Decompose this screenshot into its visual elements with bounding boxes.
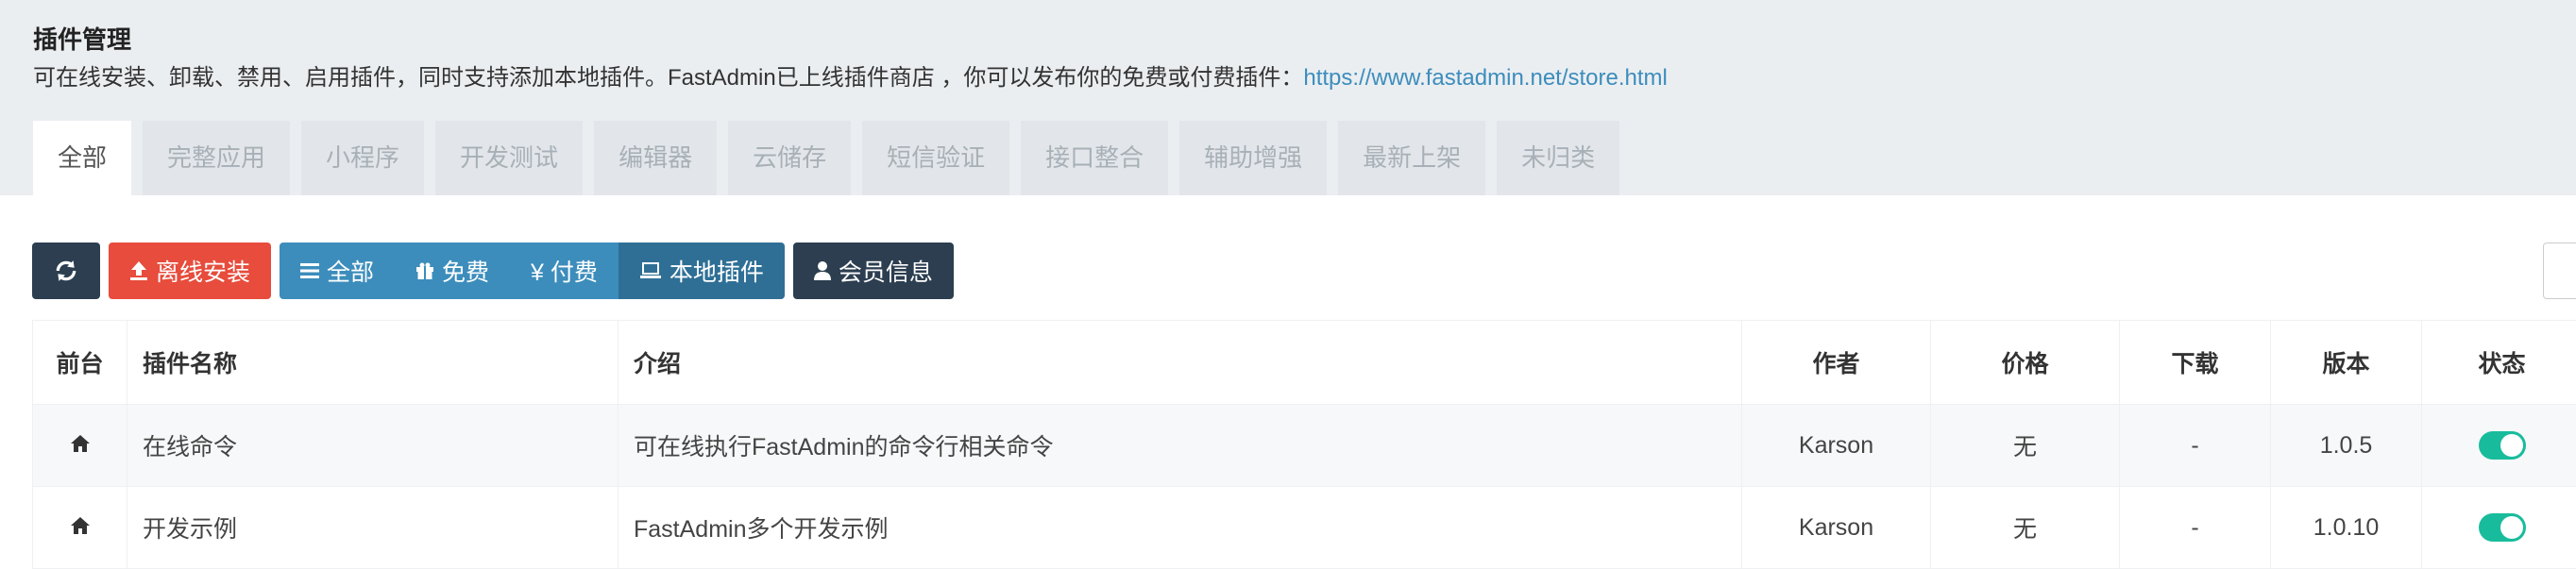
description-text: 可在线安装、卸载、禁用、启用插件，同时支持添加本地插件。FastAdmin已上线… [33, 65, 1303, 91]
column-header-frontend[interactable]: 前台 [33, 321, 127, 405]
column-header-name[interactable]: 插件名称 [127, 321, 619, 405]
table-row: 开发示例 FastAdmin多个开发示例 Karson 无 - 1.0.10 [33, 487, 2576, 569]
frontend-cell [33, 487, 127, 569]
gift-icon [415, 261, 434, 280]
filter-free-button[interactable]: 免费 [395, 243, 510, 299]
filter-free-label: 免费 [442, 254, 489, 288]
tab-editor[interactable]: 编辑器 [594, 121, 717, 195]
home-icon[interactable] [70, 434, 91, 453]
page-description: 可在线安装、卸载、禁用、启用插件，同时支持添加本地插件。FastAdmin已上线… [33, 59, 1668, 92]
filter-paid-label: ¥ 付费 [531, 254, 598, 288]
column-header-price[interactable]: 价格 [1931, 321, 2120, 405]
addon-downloads: - [2120, 487, 2271, 569]
addon-author[interactable]: Karson [1742, 487, 1931, 569]
member-info-button[interactable]: 会员信息 [793, 243, 954, 299]
filter-all-button[interactable]: 全部 [280, 243, 395, 299]
filter-paid-button[interactable]: ¥ 付费 [510, 243, 619, 299]
status-toggle[interactable] [2479, 431, 2526, 460]
addon-intro: 可在线执行FastAdmin的命令行相关命令 [619, 405, 1742, 487]
addon-price: 无 [1931, 405, 2120, 487]
home-icon[interactable] [70, 516, 91, 535]
tab-mini-program[interactable]: 小程序 [301, 121, 424, 195]
offline-install-label: 离线安装 [156, 254, 250, 288]
table-header-row: 前台 插件名称 介绍 作者 价格 下载 版本 状态 [33, 321, 2576, 405]
column-header-version[interactable]: 版本 [2271, 321, 2422, 405]
status-cell [2422, 487, 2576, 569]
offline-install-button[interactable]: 离线安装 [109, 243, 271, 299]
filter-local-label: 本地插件 [669, 254, 764, 288]
tab-complete-app[interactable]: 完整应用 [143, 121, 290, 195]
addon-author[interactable]: Karson [1742, 405, 1931, 487]
addon-name: 在线命令 [127, 405, 619, 487]
addon-price: 无 [1931, 487, 2120, 569]
laptop-icon [639, 262, 662, 279]
addon-table: 前台 插件名称 介绍 作者 价格 下载 版本 状态 在线命令 可在线执行Fast… [32, 320, 2576, 569]
tab-sms-verify[interactable]: 短信验证 [862, 121, 1009, 195]
column-header-downloads[interactable]: 下载 [2120, 321, 2271, 405]
addon-name: 开发示例 [127, 487, 619, 569]
tab-api-integration[interactable]: 接口整合 [1021, 121, 1168, 195]
search-input[interactable] [2543, 243, 2576, 299]
refresh-button[interactable] [32, 243, 100, 299]
user-icon [814, 260, 831, 281]
member-info-label: 会员信息 [839, 254, 933, 288]
store-link[interactable]: https://www.fastadmin.net/store.html [1303, 65, 1668, 91]
filter-local-button[interactable]: 本地插件 [619, 243, 785, 299]
addon-version: 1.0.5 [2271, 405, 2422, 487]
tab-cloud-storage[interactable]: 云储存 [728, 121, 851, 195]
upload-icon [129, 260, 148, 281]
filter-button-group: 全部 免费 ¥ 付费 本地插件 [280, 243, 785, 299]
column-header-author[interactable]: 作者 [1742, 321, 1931, 405]
list-icon [300, 262, 319, 279]
column-header-status[interactable]: 状态 [2422, 321, 2576, 405]
status-toggle[interactable] [2479, 513, 2526, 542]
page-header-area: 插件管理 可在线安装、卸载、禁用、启用插件，同时支持添加本地插件。FastAdm… [0, 0, 2576, 195]
addon-intro: FastAdmin多个开发示例 [619, 487, 1742, 569]
category-tabs: 全部 完整应用 小程序 开发测试 编辑器 云储存 短信验证 接口整合 辅助增强 … [33, 121, 1619, 195]
column-header-intro[interactable]: 介绍 [619, 321, 1742, 405]
tab-uncategorized[interactable]: 未归类 [1497, 121, 1619, 195]
status-cell [2422, 405, 2576, 487]
filter-all-label: 全部 [327, 254, 374, 288]
addon-version: 1.0.10 [2271, 487, 2422, 569]
tab-all[interactable]: 全部 [33, 121, 131, 195]
page-title: 插件管理 [33, 21, 131, 56]
table-row: 在线命令 可在线执行FastAdmin的命令行相关命令 Karson 无 - 1… [33, 405, 2576, 487]
refresh-icon [54, 259, 78, 283]
frontend-cell [33, 405, 127, 487]
toolbar: 离线安装 全部 免费 ¥ 付费 本地插件 会员信息 [32, 243, 954, 299]
tab-newest[interactable]: 最新上架 [1338, 121, 1485, 195]
addon-downloads: - [2120, 405, 2271, 487]
tab-auxiliary[interactable]: 辅助增强 [1179, 121, 1327, 195]
tab-dev-test[interactable]: 开发测试 [435, 121, 583, 195]
